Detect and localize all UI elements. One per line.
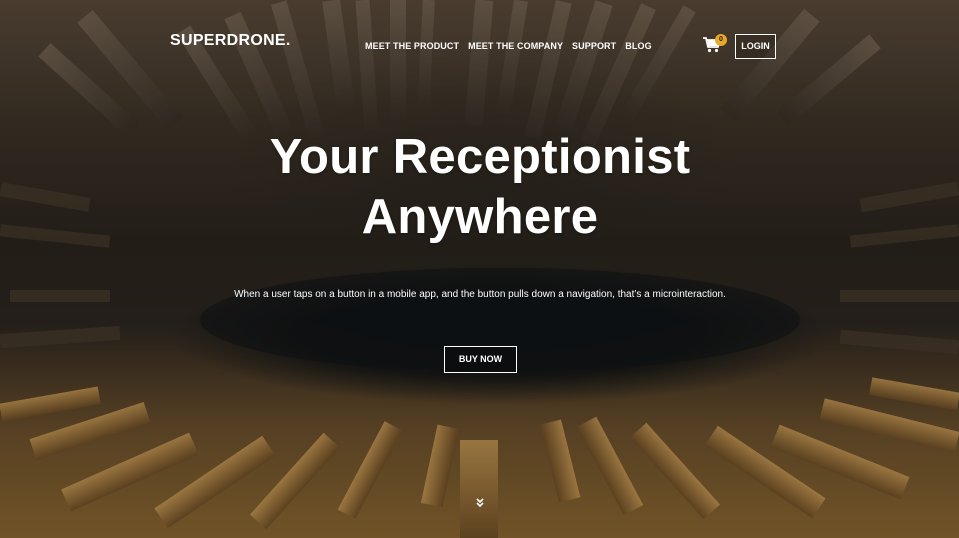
headline-line-2: Anywhere: [361, 190, 599, 244]
login-button[interactable]: LOGIN: [735, 34, 776, 59]
cart-count-badge: 0: [715, 34, 727, 46]
hero-headline: Your Receptionist Anywhere: [180, 127, 780, 247]
cart-button[interactable]: 0: [703, 34, 727, 57]
brand-logo[interactable]: SUPERDRONE.: [170, 32, 291, 50]
nav-item-blog[interactable]: BLOG: [625, 41, 651, 51]
nav-item-meet-the-company[interactable]: MEET THE COMPANY: [468, 41, 563, 51]
hero-section: SUPERDRONE. MEET THE PRODUCT MEET THE CO…: [0, 0, 959, 538]
hero-subtitle: When a user taps on a button in a mobile…: [234, 289, 726, 300]
double-chevron-down-icon: [476, 498, 484, 508]
buy-now-button[interactable]: BUY NOW: [444, 346, 517, 373]
nav-item-support[interactable]: SUPPORT: [572, 41, 616, 51]
nav-item-meet-the-product[interactable]: MEET THE PRODUCT: [365, 41, 459, 51]
main-nav: MEET THE PRODUCT MEET THE COMPANY SUPPOR…: [365, 41, 652, 51]
top-navigation-bar: SUPERDRONE. MEET THE PRODUCT MEET THE CO…: [0, 0, 959, 90]
headline-line-1: Your Receptionist: [269, 130, 691, 184]
scroll-down-button[interactable]: [475, 496, 485, 508]
